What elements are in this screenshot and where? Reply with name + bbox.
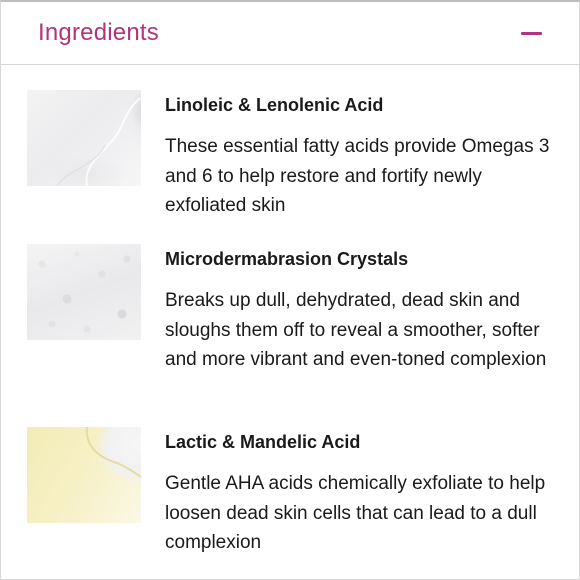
ingredient-image <box>27 244 141 340</box>
ingredient-name: Linoleic & Lenolenic Acid <box>165 95 384 115</box>
section-title: Ingredients <box>38 19 159 46</box>
ingredient-description: These essential fatty acids provide Omeg… <box>165 136 550 216</box>
serum-drop-icon <box>85 427 141 478</box>
ingredients-panel: Ingredients Linoleic & Lenolenic Acid Th… <box>0 0 580 580</box>
ingredient-image <box>27 90 141 186</box>
oil-droplet-icon <box>56 97 141 186</box>
ingredient-description: Gentle AHA acids chemically exfoliate to… <box>165 473 546 553</box>
ingredient-image <box>27 427 141 523</box>
ingredients-accordion-header[interactable]: Ingredients <box>1 2 579 65</box>
ingredient-description: Breaks up dull, dehydrated, dead skin an… <box>165 290 547 370</box>
ingredient-name: Microdermabrasion Crystals <box>165 249 409 269</box>
minus-icon[interactable] <box>521 32 542 35</box>
ingredient-name: Lactic & Mandelic Acid <box>165 432 361 452</box>
